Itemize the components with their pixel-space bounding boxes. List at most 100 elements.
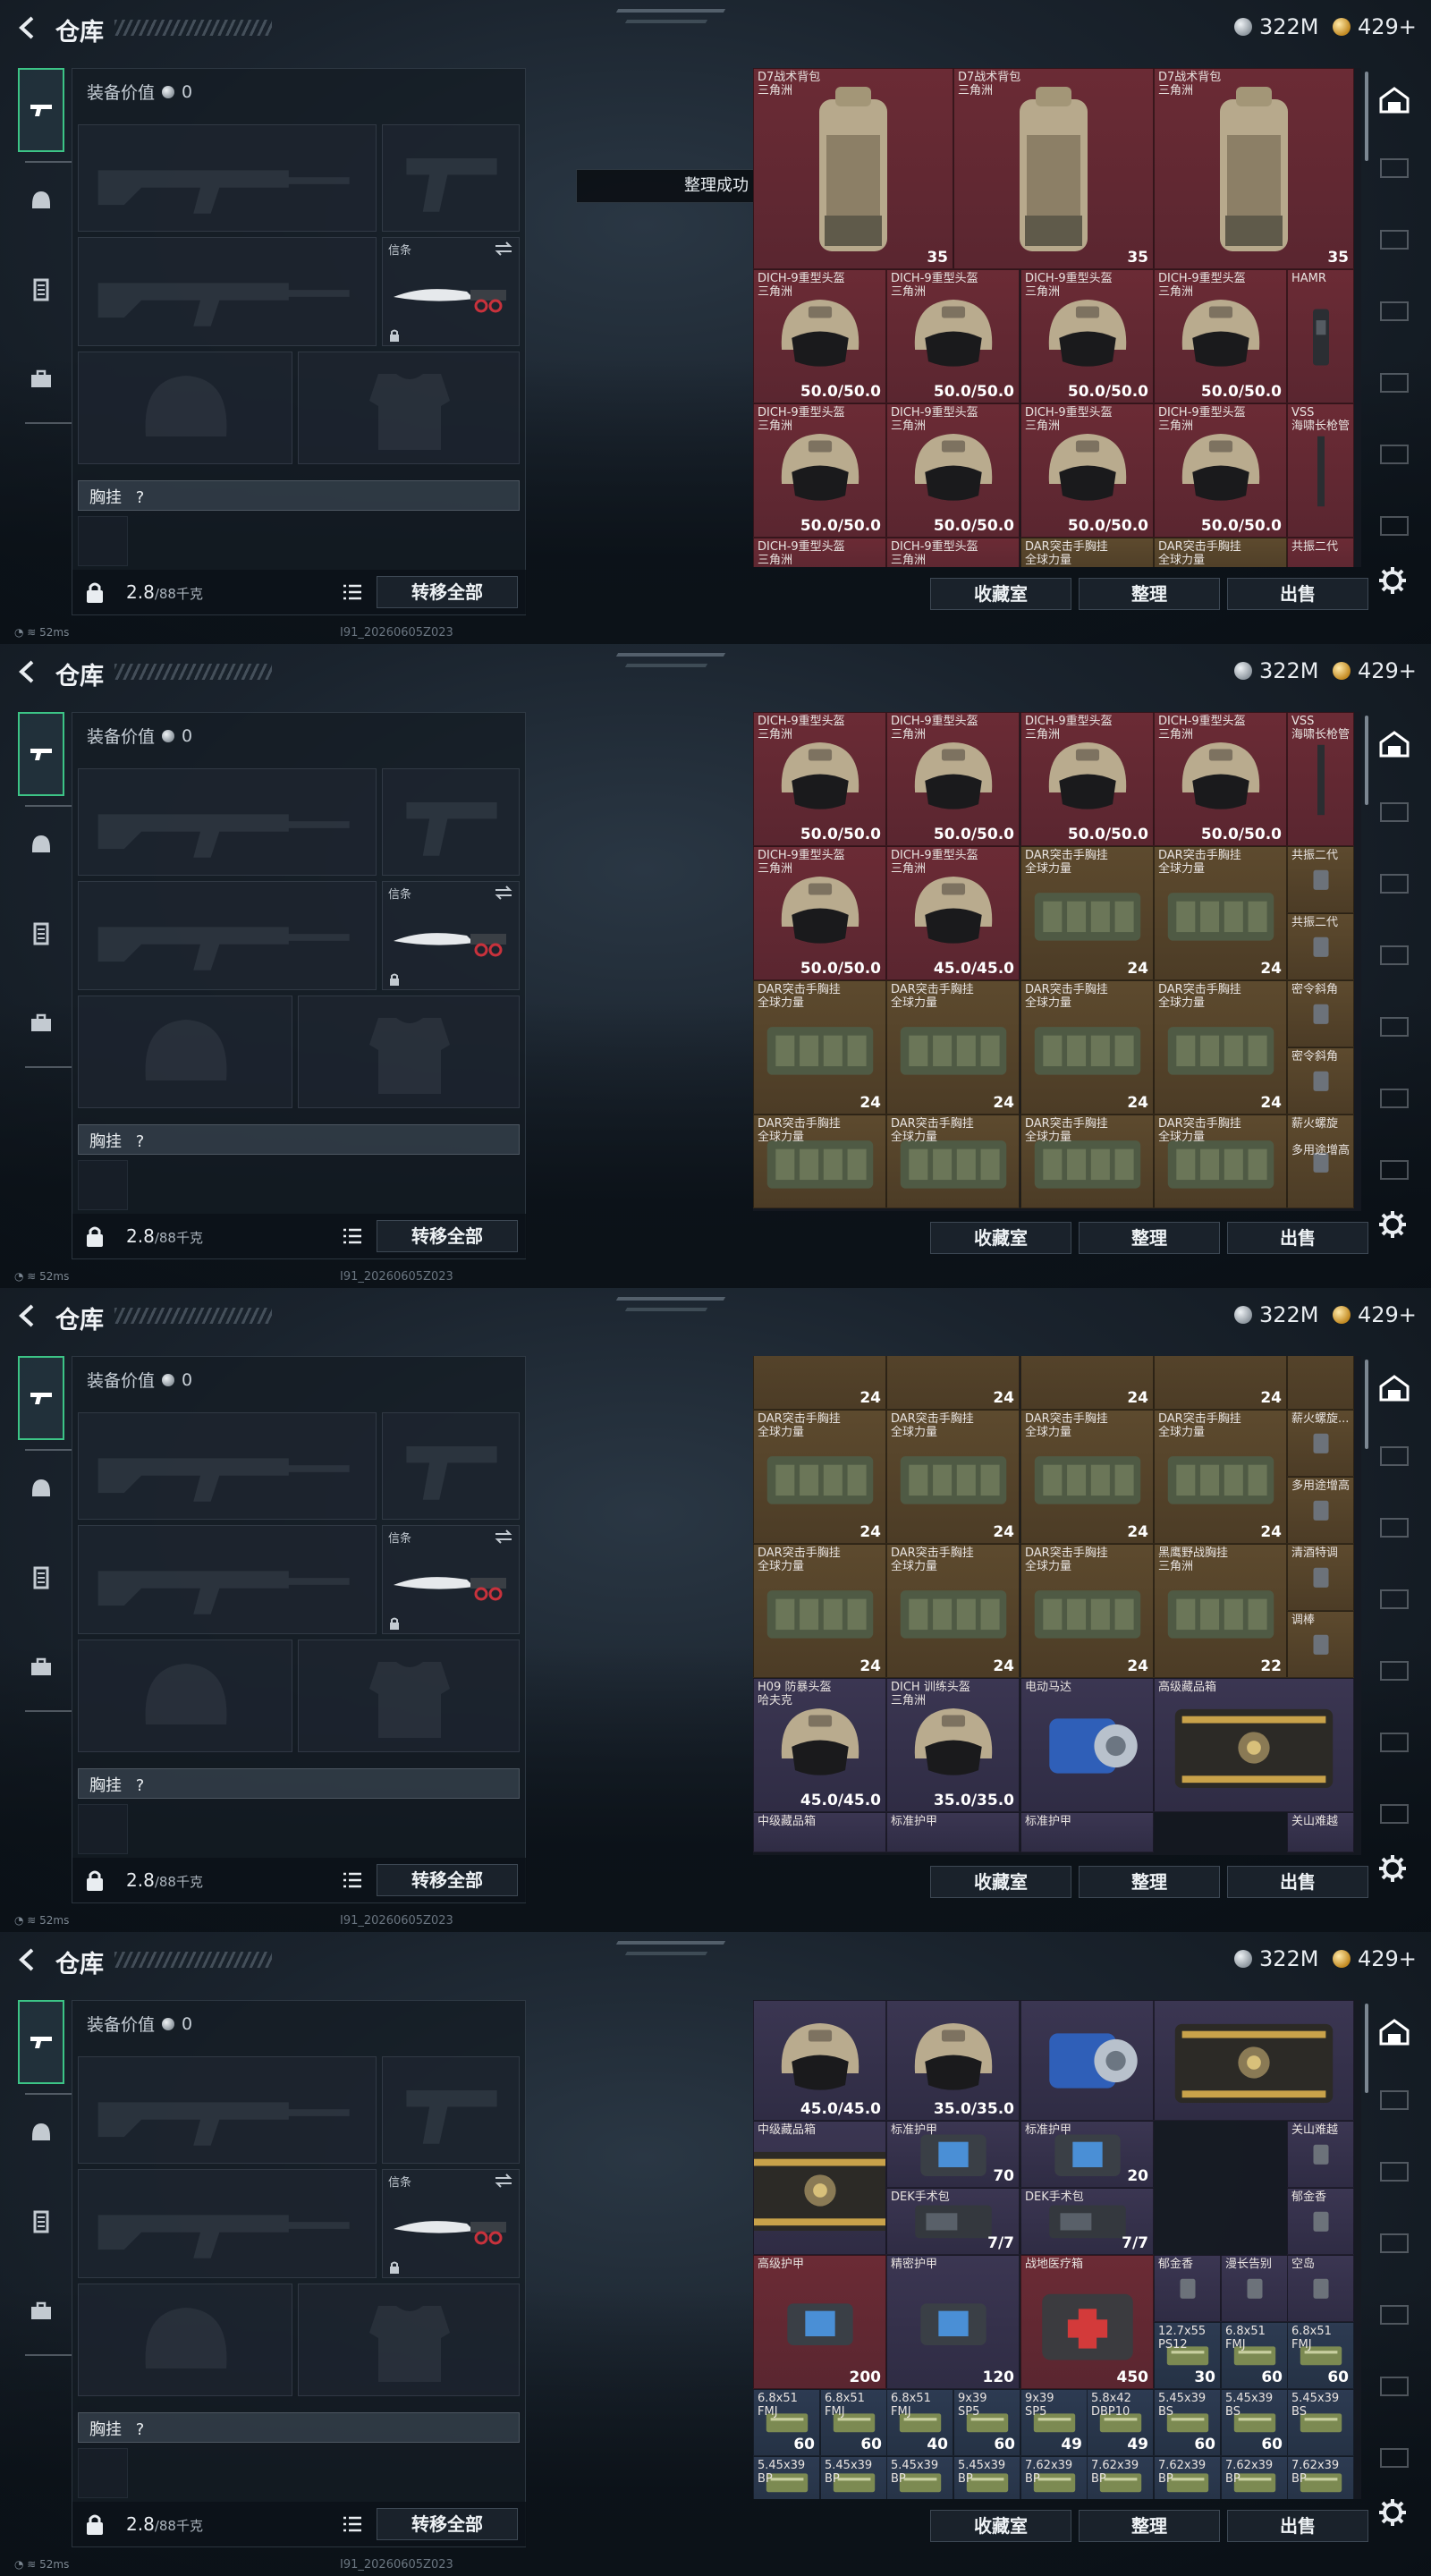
collection-room-button[interactable]: 收藏室	[930, 1866, 1071, 1898]
list-icon[interactable]	[343, 2515, 362, 2533]
inventory-item[interactable]	[1287, 1356, 1354, 1410]
gold-currency[interactable]: 429+	[1333, 1302, 1417, 1327]
inventory-item[interactable]: 标准护甲	[886, 1812, 1020, 1852]
inventory-item[interactable]: 6.8x51 FMJ 60	[1287, 2322, 1354, 2389]
swap-icon[interactable]	[494, 886, 513, 900]
inventory-scrollbar[interactable]	[1365, 2004, 1368, 2093]
transfer-all-button[interactable]: 转移全部	[377, 1864, 518, 1896]
inventory-item[interactable]: 清酒特调	[1287, 1544, 1354, 1611]
primary-weapon-slot[interactable]	[78, 124, 377, 232]
inventory-item[interactable]: DICH-9重型头盔 三角洲 45.0/45.0	[886, 846, 1020, 980]
sort-button[interactable]: 整理	[1079, 1222, 1220, 1254]
inventory-item[interactable]: DICH-9重型头盔 三角洲 50.0/50.0	[886, 712, 1020, 846]
melee-slot[interactable]: 信条	[382, 237, 520, 346]
inventory-item[interactable]: H09 防暴头盔 哈夫克 45.0/45.0	[753, 1678, 886, 1812]
settings-gear-icon[interactable]	[1377, 2497, 1408, 2528]
inventory-item[interactable]: 精密护甲 120	[886, 2255, 1020, 2389]
inventory-item[interactable]: 24	[753, 1356, 886, 1410]
storage-box-icon[interactable]	[1377, 2229, 1411, 2258]
inventory-item[interactable]: 6.8x51 FMJ 60	[1221, 2322, 1288, 2389]
tab-weapons[interactable]	[18, 712, 64, 796]
helmet-slot[interactable]	[78, 352, 292, 464]
inventory-item[interactable]: DAR突击手胸挂 全球力量 24	[1020, 1544, 1154, 1678]
inventory-item[interactable]: DICH-9重型头盔 三角洲 50.0/50.0	[753, 846, 886, 980]
transfer-all-button[interactable]: 转移全部	[377, 2508, 518, 2540]
inventory-item[interactable]: 6.8x51 FMJ 40	[886, 2389, 953, 2456]
inventory-item[interactable]: DAR突击手胸挂 全球力量	[1020, 538, 1154, 567]
armor-slot[interactable]	[298, 2284, 520, 2396]
storage-box-icon[interactable]	[1377, 225, 1411, 254]
sidearm-slot[interactable]	[382, 768, 520, 876]
inventory-item[interactable]: DICH-9重型头盔 三角洲 50.0/50.0	[753, 712, 886, 846]
storage-box-icon[interactable]	[1377, 1585, 1411, 1614]
inventory-item[interactable]: 35.0/35.0	[886, 2000, 1020, 2121]
collection-room-button[interactable]: 收藏室	[930, 1222, 1071, 1254]
inventory-item[interactable]: 密令斜角	[1287, 980, 1354, 1047]
inventory-item[interactable]: DICH-9重型头盔 三角洲 50.0/50.0	[886, 269, 1020, 403]
chest-rig-slot[interactable]	[78, 1160, 128, 1210]
inventory-item[interactable]: DAR突击手胸挂 全球力量 24	[1154, 1410, 1287, 1544]
gold-currency[interactable]: 429+	[1333, 658, 1417, 683]
gold-currency[interactable]: 429+	[1333, 14, 1417, 39]
storage-box-icon[interactable]	[1377, 369, 1411, 397]
tab-armor[interactable]	[20, 912, 63, 955]
storage-box-icon[interactable]	[1377, 1657, 1411, 1685]
inventory-item[interactable]: 5.45x39 BS	[1287, 2389, 1354, 2456]
silver-currency[interactable]: 322M	[1234, 14, 1319, 39]
inventory-scrollbar[interactable]	[1365, 716, 1368, 805]
inventory-item[interactable]: 密令斜角	[1287, 1047, 1354, 1114]
back-arrow-icon[interactable]	[13, 657, 43, 687]
inventory-item[interactable]: 9x39 SP5 49	[1020, 2389, 1088, 2456]
chest-rig-header[interactable]: 胸挂 ?	[78, 2412, 520, 2443]
back-arrow-icon[interactable]	[13, 1945, 43, 1975]
inventory-item[interactable]: 郁金香	[1154, 2255, 1221, 2322]
storage-box-icon[interactable]	[1377, 1084, 1411, 1113]
inventory-scrollbar[interactable]	[1365, 1360, 1368, 1449]
tab-helmet[interactable]	[20, 823, 63, 866]
storage-box-icon[interactable]	[1377, 2372, 1411, 2401]
inventory-item[interactable]: 5.45x39 BP	[753, 2456, 820, 2499]
swap-icon[interactable]	[494, 242, 513, 256]
primary-weapon-slot[interactable]	[78, 1412, 377, 1520]
inventory-item[interactable]: DICH-9重型头盔 三角洲 50.0/50.0	[1154, 712, 1287, 846]
tab-armor[interactable]	[20, 1556, 63, 1599]
inventory-item[interactable]: DAR突击手胸挂 全球力量 24	[886, 1410, 1020, 1544]
storage-box-icon[interactable]	[1377, 440, 1411, 469]
transfer-all-button[interactable]: 转移全部	[377, 1220, 518, 1252]
silver-currency[interactable]: 322M	[1234, 658, 1319, 683]
melee-slot[interactable]: 信条	[382, 1525, 520, 1634]
sidearm-slot[interactable]	[382, 124, 520, 232]
warehouse-icon[interactable]	[1377, 86, 1411, 114]
transfer-all-button[interactable]: 转移全部	[377, 576, 518, 608]
inventory-item[interactable]: VSS 海啸长枪管	[1287, 403, 1354, 538]
storage-box-icon[interactable]	[1377, 512, 1411, 540]
storage-box-icon[interactable]	[1377, 297, 1411, 326]
inventory-item[interactable]: DICH-9重型头盔 三角洲 50.0/50.0	[1020, 403, 1154, 538]
list-icon[interactable]	[343, 1227, 362, 1245]
inventory-item[interactable]: HAMR	[1287, 269, 1354, 403]
inventory-item[interactable]: 薪火螺旋...	[1287, 1410, 1354, 1477]
inventory-item[interactable]: 24	[886, 1356, 1020, 1410]
chest-rig-slot[interactable]	[78, 516, 128, 566]
sell-button[interactable]: 出售	[1227, 578, 1368, 610]
inventory-item[interactable]: 共振二代	[1287, 913, 1354, 980]
inventory-item[interactable]: 多用途增高	[1287, 1477, 1354, 1544]
swap-icon[interactable]	[494, 1530, 513, 1544]
tab-armor[interactable]	[20, 2200, 63, 2243]
inventory-item[interactable]: 45.0/45.0	[753, 2000, 886, 2121]
tab-bag[interactable]	[20, 2290, 63, 2333]
inventory-item[interactable]: 7.62x39 BP	[1087, 2456, 1154, 2499]
tab-bag[interactable]	[20, 358, 63, 401]
inventory-item[interactable]: DICH-9重型头盔 三角洲 50.0/50.0	[886, 403, 1020, 538]
primary-weapon-slot[interactable]	[78, 768, 377, 876]
inventory-item[interactable]: 共振二代	[1287, 846, 1354, 913]
tab-helmet[interactable]	[20, 2111, 63, 2154]
inventory-item[interactable]	[1154, 2000, 1354, 2121]
warehouse-icon[interactable]	[1377, 730, 1411, 758]
inventory-item[interactable]: D7战术背包 三角洲 35	[953, 68, 1154, 269]
storage-box-icon[interactable]	[1377, 869, 1411, 898]
tab-bag[interactable]	[20, 1002, 63, 1045]
inventory-item[interactable]: DAR突击手胸挂 全球力量 24	[1020, 846, 1154, 980]
armor-slot[interactable]	[298, 352, 520, 464]
inventory-item[interactable]: 24	[1154, 1356, 1287, 1410]
